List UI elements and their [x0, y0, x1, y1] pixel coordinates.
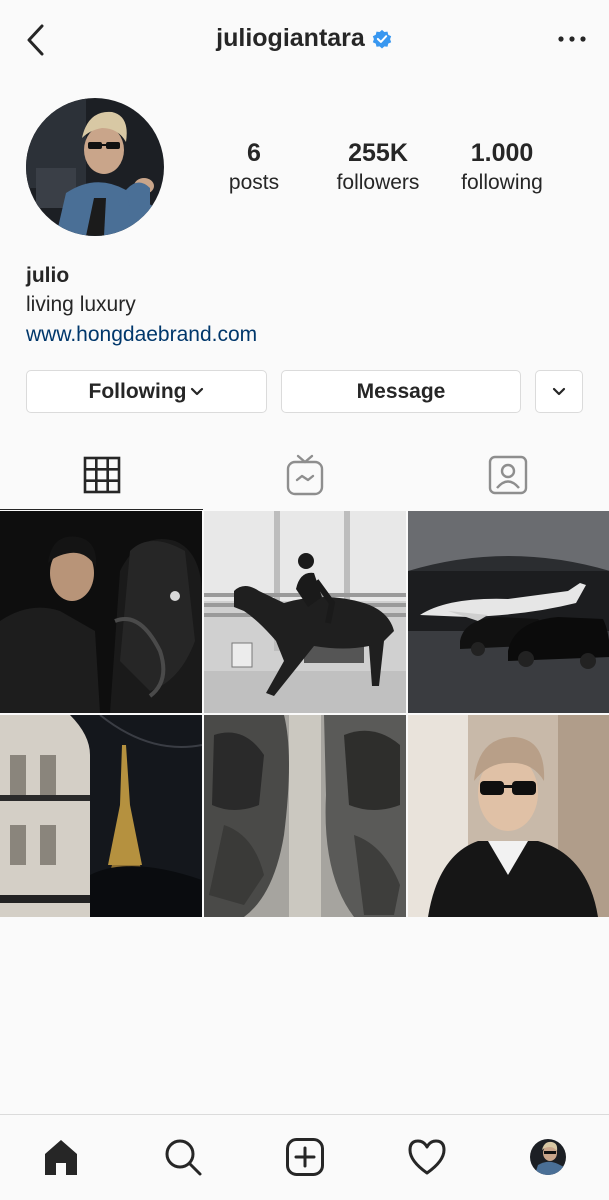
- title-wrap: juliogiantara: [0, 24, 609, 53]
- profile-name: julio: [26, 264, 70, 287]
- suggested-accounts-button[interactable]: [535, 370, 583, 413]
- post-tile[interactable]: [408, 715, 609, 917]
- profile-bio: julio living luxury www.hongdaebrand.com: [26, 262, 586, 350]
- profile-avatar[interactable]: [26, 98, 164, 236]
- following-count: 1.000: [470, 139, 534, 167]
- post-tile[interactable]: [204, 511, 406, 713]
- stat-followers[interactable]: 255K followers: [324, 138, 432, 198]
- post-image: [204, 511, 406, 713]
- nav-search[interactable]: [161, 1135, 205, 1179]
- more-horizontal-icon: [558, 36, 586, 42]
- username-title: juliogiantara: [216, 24, 365, 52]
- tab-tagged[interactable]: [406, 440, 609, 510]
- following-label: following: [461, 171, 543, 194]
- heart-icon: [408, 1139, 446, 1175]
- search-icon: [165, 1139, 202, 1176]
- post-image: [408, 511, 609, 713]
- post-image: [0, 511, 202, 713]
- followers-label: followers: [336, 171, 420, 194]
- profile-header: juliogiantara: [0, 0, 609, 80]
- following-button[interactable]: Following: [26, 370, 267, 413]
- stat-posts[interactable]: 6 posts: [200, 138, 308, 198]
- add-post-icon: [286, 1138, 324, 1176]
- tagged-icon: [488, 455, 527, 495]
- chevron-down-icon: [191, 387, 204, 395]
- profile-avatar-icon: [530, 1139, 566, 1175]
- following-button-label: Following: [88, 379, 187, 403]
- igtv-icon: [286, 454, 323, 496]
- post-tile[interactable]: [0, 715, 202, 917]
- nav-profile[interactable]: [526, 1135, 570, 1179]
- post-image: [204, 715, 406, 917]
- nav-home[interactable]: [39, 1135, 83, 1179]
- more-options-button[interactable]: [557, 28, 587, 50]
- active-tab-indicator: [0, 509, 203, 510]
- stat-following[interactable]: 1.000 following: [448, 138, 556, 198]
- message-button-label: Message: [356, 379, 446, 403]
- bottom-navigation: [0, 1114, 609, 1200]
- post-image: [0, 715, 202, 917]
- profile-tabs: [0, 440, 609, 510]
- post-tile[interactable]: [408, 511, 609, 713]
- grid-icon: [83, 456, 120, 494]
- avatar-photo: [26, 98, 164, 236]
- posts-count: 6: [247, 139, 261, 167]
- tab-igtv[interactable]: [203, 440, 406, 510]
- followers-count: 255K: [348, 139, 408, 167]
- post-image: [408, 715, 609, 917]
- verified-badge-icon: [372, 29, 391, 49]
- posts-label: posts: [228, 171, 280, 194]
- chevron-down-icon: [552, 387, 566, 395]
- post-tile[interactable]: [0, 511, 202, 713]
- post-tile[interactable]: [204, 715, 406, 917]
- nav-activity[interactable]: [405, 1135, 449, 1179]
- message-button[interactable]: Message: [281, 370, 521, 413]
- tab-grid[interactable]: [0, 440, 203, 510]
- nav-new-post[interactable]: [283, 1135, 327, 1179]
- bio-text: living luxury: [26, 293, 136, 316]
- home-icon: [45, 1140, 77, 1175]
- website-link[interactable]: www.hongdaebrand.com: [26, 320, 586, 350]
